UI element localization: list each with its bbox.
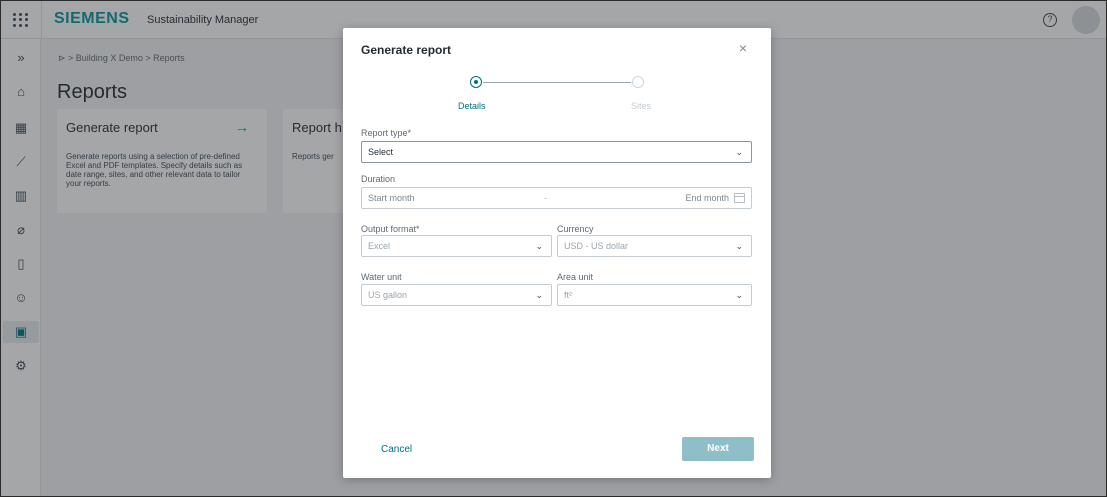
area-unit-value: ft² xyxy=(564,290,572,300)
dialog-title: Generate report xyxy=(361,43,452,57)
calendar-icon[interactable] xyxy=(734,193,745,203)
currency-label: Currency xyxy=(557,224,594,234)
step-details-indicator[interactable] xyxy=(470,76,482,88)
water-unit-label: Water unit xyxy=(361,272,402,282)
output-format-select[interactable]: Excel ⌄ xyxy=(361,235,552,257)
chevron-down-icon: ⌄ xyxy=(735,290,743,300)
step-sites-label: Sites xyxy=(631,101,652,111)
output-format-label: Output format* xyxy=(361,224,420,234)
step-details-label: Details xyxy=(458,101,486,111)
water-unit-value: US gallon xyxy=(368,290,408,300)
generate-report-dialog: Generate report × Details Sites Report t… xyxy=(343,28,771,478)
chevron-down-icon: ⌄ xyxy=(735,241,743,251)
report-type-select[interactable]: Select ⌄ xyxy=(361,141,752,163)
range-separator: - xyxy=(544,193,547,203)
currency-value: USD - US dollar xyxy=(564,241,629,251)
duration-label: Duration xyxy=(361,174,396,184)
currency-select[interactable]: USD - US dollar ⌄ xyxy=(557,235,752,257)
report-type-value: Select xyxy=(368,147,394,157)
app-window: SIEMENS Sustainability Manager ? » ⌂ ▦ ⟋… xyxy=(0,0,1107,497)
next-button[interactable]: Next xyxy=(682,437,754,461)
report-type-label: Report type* xyxy=(361,128,412,138)
area-unit-label: Area unit xyxy=(557,272,594,282)
stepper-line xyxy=(483,82,631,83)
chevron-down-icon: ⌄ xyxy=(735,147,743,157)
water-unit-select[interactable]: US gallon ⌄ xyxy=(361,284,552,306)
start-month-input[interactable]: Start month xyxy=(368,193,415,203)
step-sites-indicator[interactable] xyxy=(632,76,644,88)
end-month-input[interactable]: End month xyxy=(685,188,729,208)
close-icon[interactable]: × xyxy=(735,40,751,56)
chevron-down-icon: ⌄ xyxy=(535,290,543,300)
duration-range-picker[interactable]: Start month - End month xyxy=(361,187,752,209)
area-unit-select[interactable]: ft² ⌄ xyxy=(557,284,752,306)
output-format-value: Excel xyxy=(368,241,391,251)
chevron-down-icon: ⌄ xyxy=(535,241,543,251)
cancel-button[interactable]: Cancel xyxy=(381,444,412,455)
